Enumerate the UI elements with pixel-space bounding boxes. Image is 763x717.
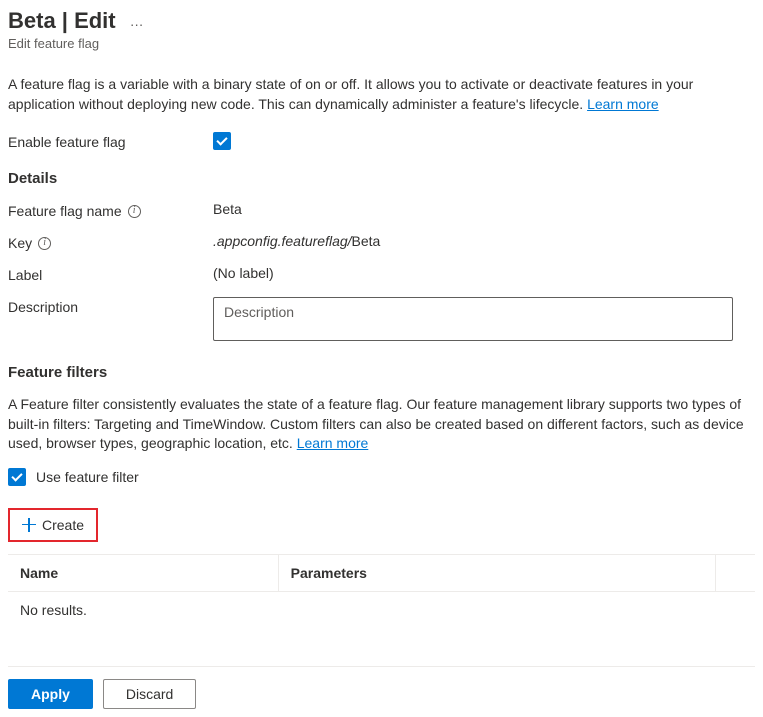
filters-table: Name Parameters No results. bbox=[8, 554, 755, 628]
filters-heading: Feature filters bbox=[8, 364, 755, 381]
use-filter-label: Use feature filter bbox=[36, 469, 139, 485]
page-title: Beta | Edit bbox=[8, 8, 116, 34]
filters-intro: A Feature filter consistently evaluates … bbox=[8, 395, 755, 454]
info-icon[interactable]: i bbox=[38, 237, 51, 250]
empty-text: No results. bbox=[8, 591, 755, 628]
col-name[interactable]: Name bbox=[8, 554, 278, 591]
key-name: Beta bbox=[352, 233, 381, 249]
details-heading: Details bbox=[8, 170, 755, 187]
info-icon[interactable]: i bbox=[128, 205, 141, 218]
key-prefix: .appconfig.featureflag/ bbox=[213, 233, 352, 249]
create-label: Create bbox=[42, 517, 84, 533]
label-value: (No label) bbox=[213, 265, 755, 281]
description-label: Description bbox=[8, 297, 213, 315]
apply-button[interactable]: Apply bbox=[8, 679, 93, 709]
filters-body: A Feature filter consistently evaluates … bbox=[8, 396, 744, 451]
page-subtitle: Edit feature flag bbox=[8, 36, 755, 51]
intro-learn-more-link[interactable]: Learn more bbox=[587, 96, 659, 112]
table-row: No results. bbox=[8, 591, 755, 628]
label-label: Label bbox=[8, 265, 213, 283]
use-filter-checkbox[interactable] bbox=[8, 468, 26, 486]
more-button[interactable]: … bbox=[126, 13, 149, 29]
key-label: Key bbox=[8, 235, 32, 251]
col-actions bbox=[715, 554, 755, 591]
discard-button[interactable]: Discard bbox=[103, 679, 196, 709]
enable-flag-checkbox[interactable] bbox=[213, 132, 231, 150]
create-button[interactable]: Create bbox=[8, 508, 98, 542]
flag-name-value: Beta bbox=[213, 201, 755, 217]
filters-learn-more-link[interactable]: Learn more bbox=[297, 435, 369, 451]
enable-flag-label: Enable feature flag bbox=[8, 132, 213, 150]
description-input[interactable] bbox=[213, 297, 733, 341]
flag-name-label: Feature flag name bbox=[8, 203, 122, 219]
intro-text: A feature flag is a variable with a bina… bbox=[8, 75, 755, 114]
key-value: .appconfig.featureflag/Beta bbox=[213, 233, 755, 249]
plus-icon bbox=[22, 518, 36, 532]
col-params[interactable]: Parameters bbox=[278, 554, 715, 591]
